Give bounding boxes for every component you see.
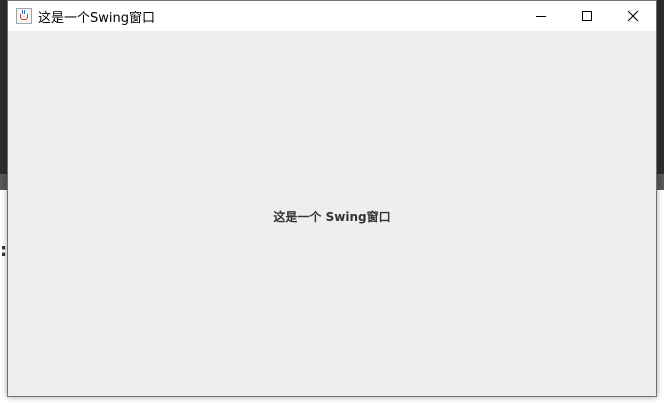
close-button[interactable] [610, 1, 656, 31]
window-content: 这是一个 Swing窗口 [8, 31, 656, 396]
java-cup-icon[interactable] [16, 8, 32, 24]
window-titlebar[interactable]: 这是一个Swing窗口 [8, 1, 656, 31]
window-controls [518, 1, 656, 31]
content-label: 这是一个 Swing窗口 [273, 210, 391, 224]
maximize-button[interactable] [564, 1, 610, 31]
close-icon [627, 10, 639, 22]
minimize-button[interactable] [518, 1, 564, 31]
maximize-icon [582, 11, 592, 21]
minimize-icon [536, 16, 546, 17]
swing-window: 这是一个Swing窗口 这是一个 Swing窗口 [7, 0, 657, 397]
window-title: 这是一个Swing窗口 [38, 10, 155, 26]
